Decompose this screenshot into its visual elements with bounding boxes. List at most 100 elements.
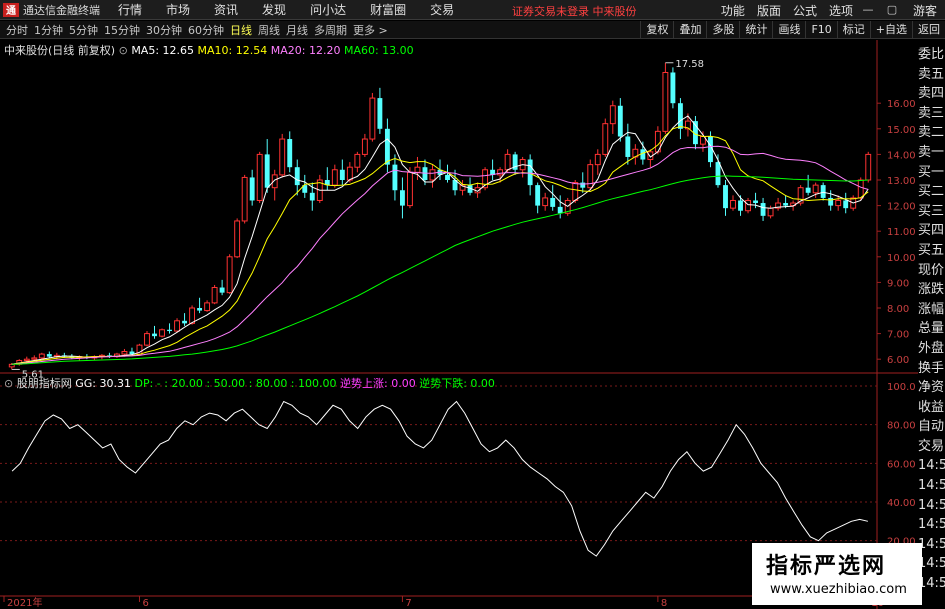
period-more[interactable]: 更多 > xyxy=(353,22,388,38)
candle-body-up xyxy=(38,353,45,359)
candle-body-down xyxy=(287,139,293,168)
menu-item-news[interactable]: 资讯 xyxy=(214,1,238,18)
sidebar-item: 14:56 xyxy=(918,556,945,572)
menu-item-wealth-circle[interactable]: 财富圈 xyxy=(370,1,406,18)
period-daily[interactable]: 日线 xyxy=(230,22,252,38)
candle-body-down xyxy=(625,136,631,157)
sidebar-item: 卖四 xyxy=(918,86,945,102)
sidebar-item[interactable]: 交易 xyxy=(918,437,945,457)
sidebar-item: 收益 xyxy=(918,399,945,415)
period-60min[interactable]: 60分钟 xyxy=(188,22,224,38)
back-button[interactable]: 返回 xyxy=(912,21,945,39)
candle-body-up xyxy=(346,166,353,181)
period-weekly[interactable]: 周线 xyxy=(258,22,280,38)
candle-body-down xyxy=(309,192,315,201)
period-5min[interactable]: 5分钟 xyxy=(69,22,98,38)
period-1min[interactable]: 1分钟 xyxy=(34,22,63,38)
candle-body-down xyxy=(738,200,743,211)
candle-body-up xyxy=(174,320,180,332)
menu-item-ask-xiaoda[interactable]: 问小达 xyxy=(310,1,346,18)
high-label: 17.58 xyxy=(675,59,704,70)
sidebar-item: 14:56 xyxy=(918,497,945,513)
menu-item-market[interactable]: 市场 xyxy=(166,1,190,18)
sidebar-item: 14:56 xyxy=(918,478,945,494)
sidebar-item: 卖二 xyxy=(918,125,945,141)
price-tick-label: 16.00 xyxy=(887,99,916,110)
period-monthly[interactable]: 月线 xyxy=(286,22,308,38)
stock-title[interactable]: 中来股份(日线 前复权) xyxy=(4,44,115,57)
candle-body-up xyxy=(23,358,30,361)
indicator-name[interactable]: 股朋指标网 xyxy=(17,377,72,390)
price-tick-label: 9.00 xyxy=(887,278,909,289)
candle-body-up xyxy=(256,153,263,201)
candle-body-up xyxy=(504,153,511,171)
candle-body-up xyxy=(497,169,504,176)
moving-average-lines xyxy=(11,115,869,365)
price-tick-label: 7.00 xyxy=(887,330,909,341)
ma5-value: MA5: 12.65 xyxy=(131,44,195,57)
maximize-icon[interactable]: ▢ xyxy=(883,3,901,17)
candle-body-down xyxy=(527,159,533,186)
login-warning[interactable]: 证券交易未登录 中来股份 xyxy=(512,3,637,19)
mark-button[interactable]: 标记 xyxy=(836,21,870,39)
period-15min[interactable]: 15分钟 xyxy=(104,22,140,38)
sidebar-item: 净资 xyxy=(918,380,945,396)
settings-icon[interactable]: ⊙ xyxy=(119,44,128,57)
kline-chart[interactable]: 16.00 15.00 14.00 13.00 12.00 11.00 10.00 9.00 8… xyxy=(0,40,918,609)
menu-layout[interactable]: 版面 xyxy=(757,2,781,19)
app-logo-icon: 通 xyxy=(3,2,19,17)
toolbar-right: 复权 叠加 多股 统计 画线 F10 标记 +自选 返回 xyxy=(640,21,945,39)
candle-body-up xyxy=(835,199,842,207)
menu-item-discover[interactable]: 发现 xyxy=(262,1,286,18)
indicator-tick-label: 40.00 xyxy=(887,498,916,509)
sidebar-item: 买四 xyxy=(918,223,945,239)
sidebar-item: 14:56 xyxy=(918,536,945,552)
indicator-tick-label: 100.0 xyxy=(887,382,916,393)
price-tick-label: 13.00 xyxy=(887,176,916,187)
period-30min[interactable]: 30分钟 xyxy=(146,22,182,38)
menu-formula[interactable]: 公式 xyxy=(793,2,817,19)
draw-line-button[interactable]: 画线 xyxy=(772,21,805,39)
sidebar-item: 卖三 xyxy=(918,105,945,121)
sidebar-item: 外盘 xyxy=(918,340,945,356)
candle-body-down xyxy=(399,190,405,206)
overlay-button[interactable]: 叠加 xyxy=(673,21,706,39)
candle-body-down xyxy=(535,185,541,206)
candle-body-down xyxy=(580,182,586,188)
sidebar-item: 卖一 xyxy=(918,144,945,160)
candle-body-down xyxy=(264,154,270,188)
add-watchlist-button[interactable]: +自选 xyxy=(869,21,912,39)
candle-body-up xyxy=(865,153,872,181)
right-menu: 功能 版面 公式 选项 — ▢ 游客 xyxy=(709,0,945,20)
candle-body-down xyxy=(339,169,345,180)
period-multi[interactable]: 多周期 xyxy=(314,22,347,38)
candle-body-up xyxy=(602,123,609,155)
guest-label[interactable]: 游客 xyxy=(913,2,937,19)
sidebar-item: 涨幅 xyxy=(918,301,945,317)
candle-body-down xyxy=(294,167,300,186)
sidebar-item: 换手 xyxy=(918,360,945,376)
candle-body-up xyxy=(159,329,165,337)
sidebar-item: 14:56 xyxy=(918,458,945,474)
period-timeshare[interactable]: 分时 xyxy=(6,22,28,38)
menu-item-trade[interactable]: 交易 xyxy=(430,1,454,18)
counter-rise-value: 逆势上涨: 0.00 xyxy=(340,377,416,390)
minimize-icon[interactable]: — xyxy=(859,3,877,17)
sidebar-item: 现价 xyxy=(918,262,945,278)
menu-item-quotes[interactable]: 行情 xyxy=(118,1,142,18)
f10-button[interactable]: F10 xyxy=(805,21,836,39)
candle-body-up xyxy=(812,184,819,194)
rights-adjust-button[interactable]: 复权 xyxy=(640,21,673,39)
menu-options[interactable]: 选项 xyxy=(829,2,853,19)
multi-stock-button[interactable]: 多股 xyxy=(706,21,739,39)
menu-function[interactable]: 功能 xyxy=(721,2,745,19)
period-toolbar: 分时 1分钟 5分钟 15分钟 30分钟 60分钟 日线 周线 月线 多周期 更… xyxy=(0,21,945,39)
indicator-settings-icon[interactable]: ⊙ xyxy=(4,377,13,390)
price-tick-label: 10.00 xyxy=(887,253,916,264)
statistics-button[interactable]: 统计 xyxy=(739,21,772,39)
candle-body-up xyxy=(730,199,736,209)
sidebar-item[interactable]: 自动 xyxy=(918,417,945,437)
sidebar-item: 委比 xyxy=(918,47,945,62)
candle-body-down xyxy=(760,203,766,216)
candle-body-down xyxy=(249,177,255,201)
